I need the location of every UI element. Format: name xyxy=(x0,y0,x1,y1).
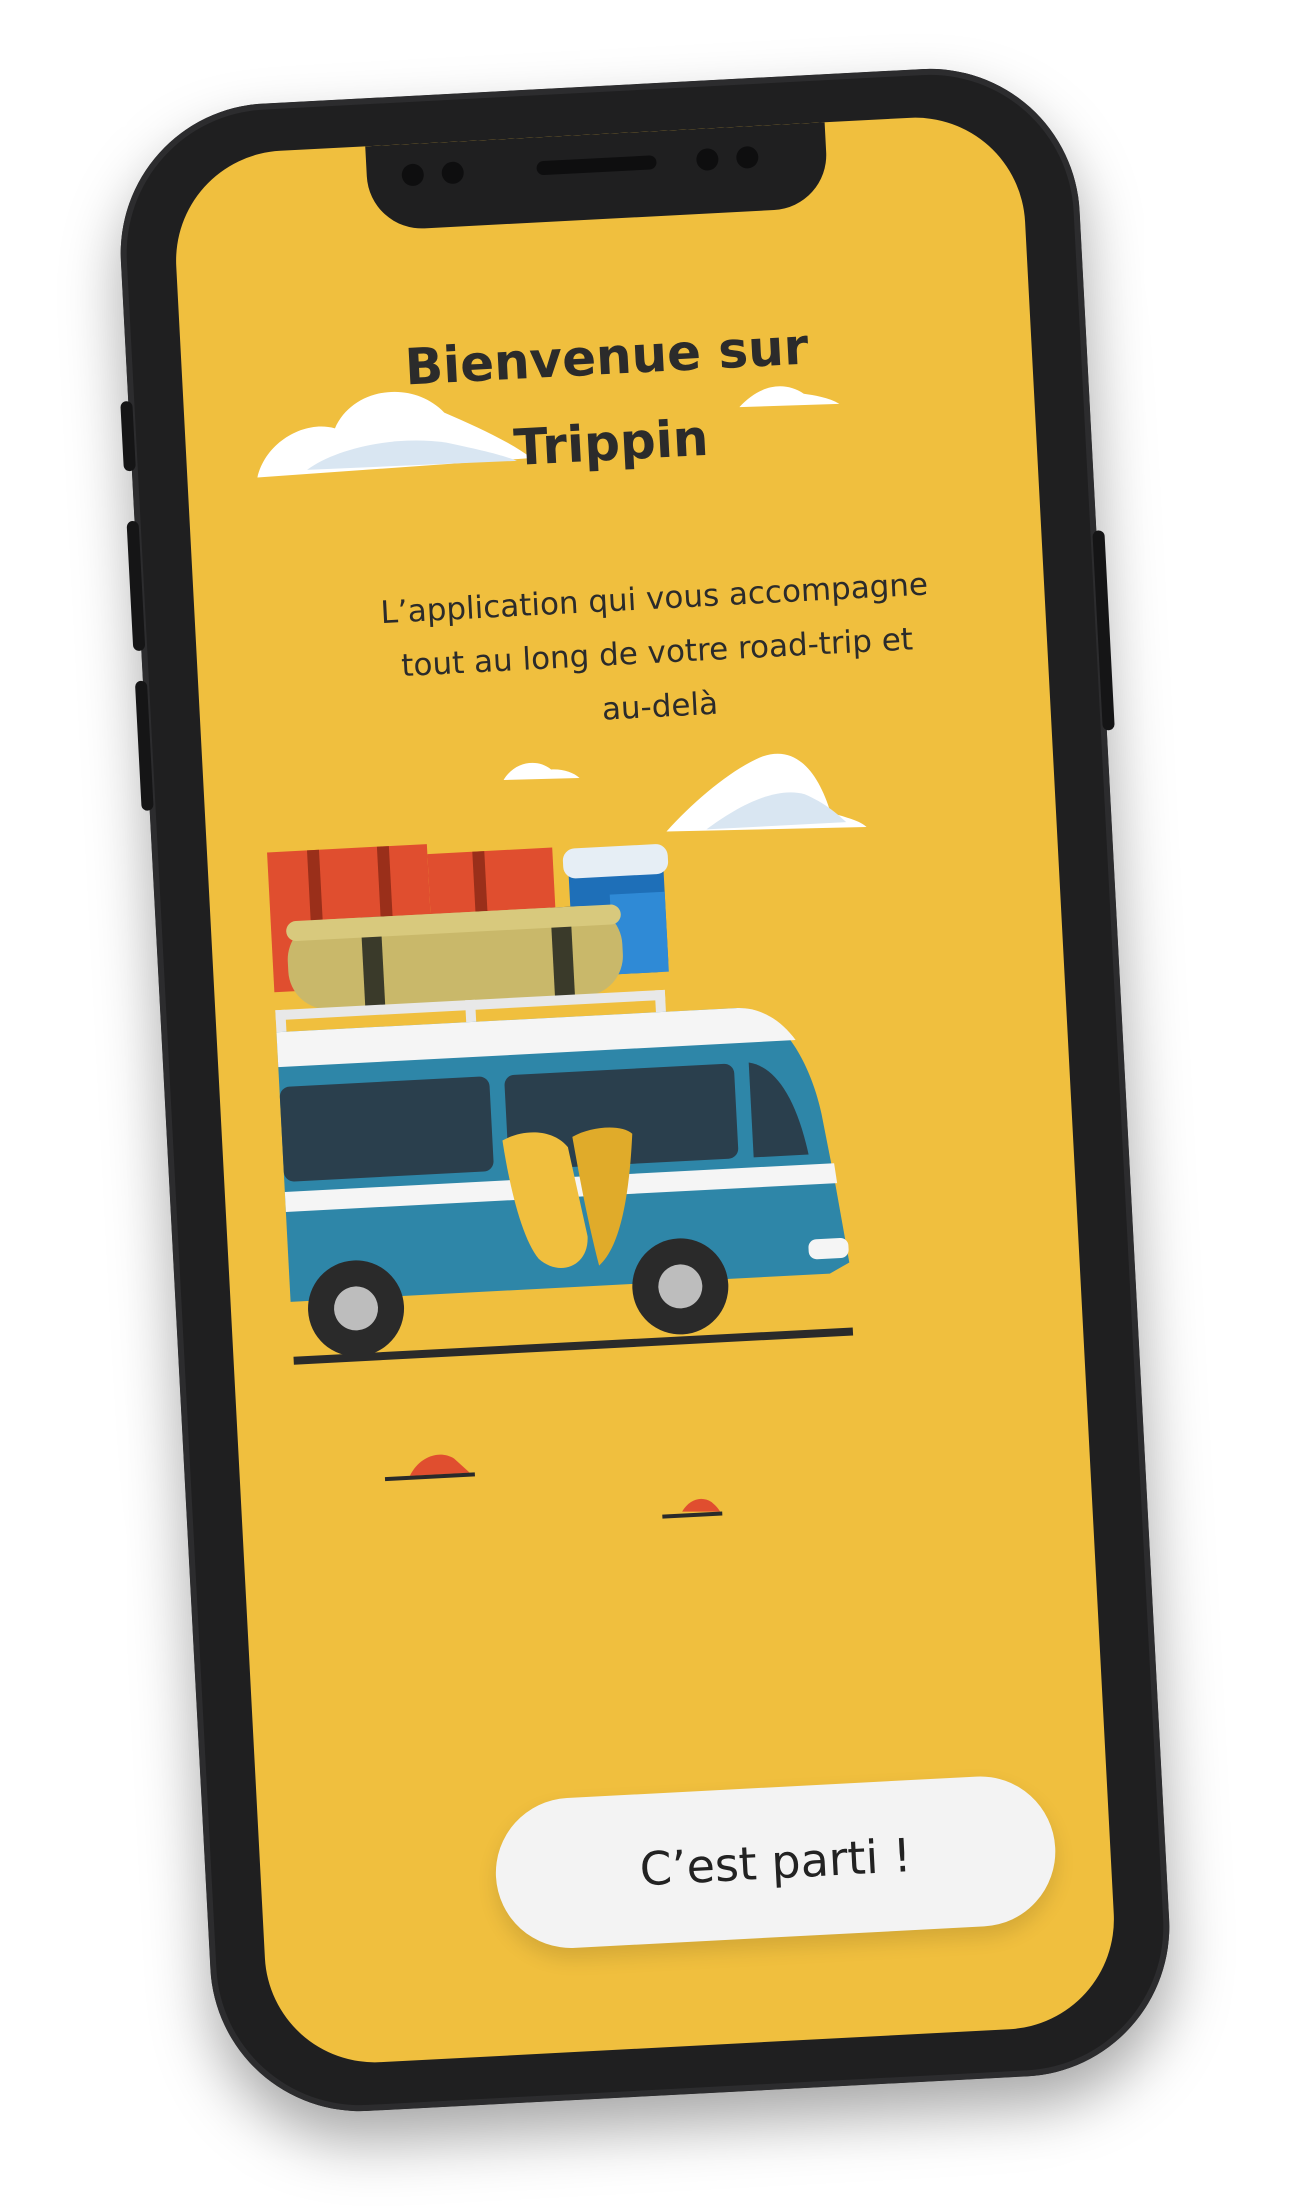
mockup-stage: Bienvenue sur Trippin L’application qui … xyxy=(0,0,1290,2207)
sensor-icon xyxy=(735,145,759,169)
sensor-icon xyxy=(441,161,465,185)
cloud-icon xyxy=(503,762,580,780)
app-screen: Bienvenue sur Trippin L’application qui … xyxy=(170,112,1120,2068)
phone-mockup: Bienvenue sur Trippin L’application qui … xyxy=(113,61,1177,2119)
sensor-icon xyxy=(695,147,719,172)
earpiece-speaker xyxy=(536,155,657,176)
start-button[interactable]: C’est parti ! xyxy=(492,1772,1060,1952)
rock-icon xyxy=(662,1498,723,1519)
front-camera-icon xyxy=(401,163,425,187)
rock-icon xyxy=(384,1454,475,1482)
cloud-icon xyxy=(666,753,867,832)
welcome-subtitle: L’application qui vous accompagne tout a… xyxy=(343,556,971,750)
